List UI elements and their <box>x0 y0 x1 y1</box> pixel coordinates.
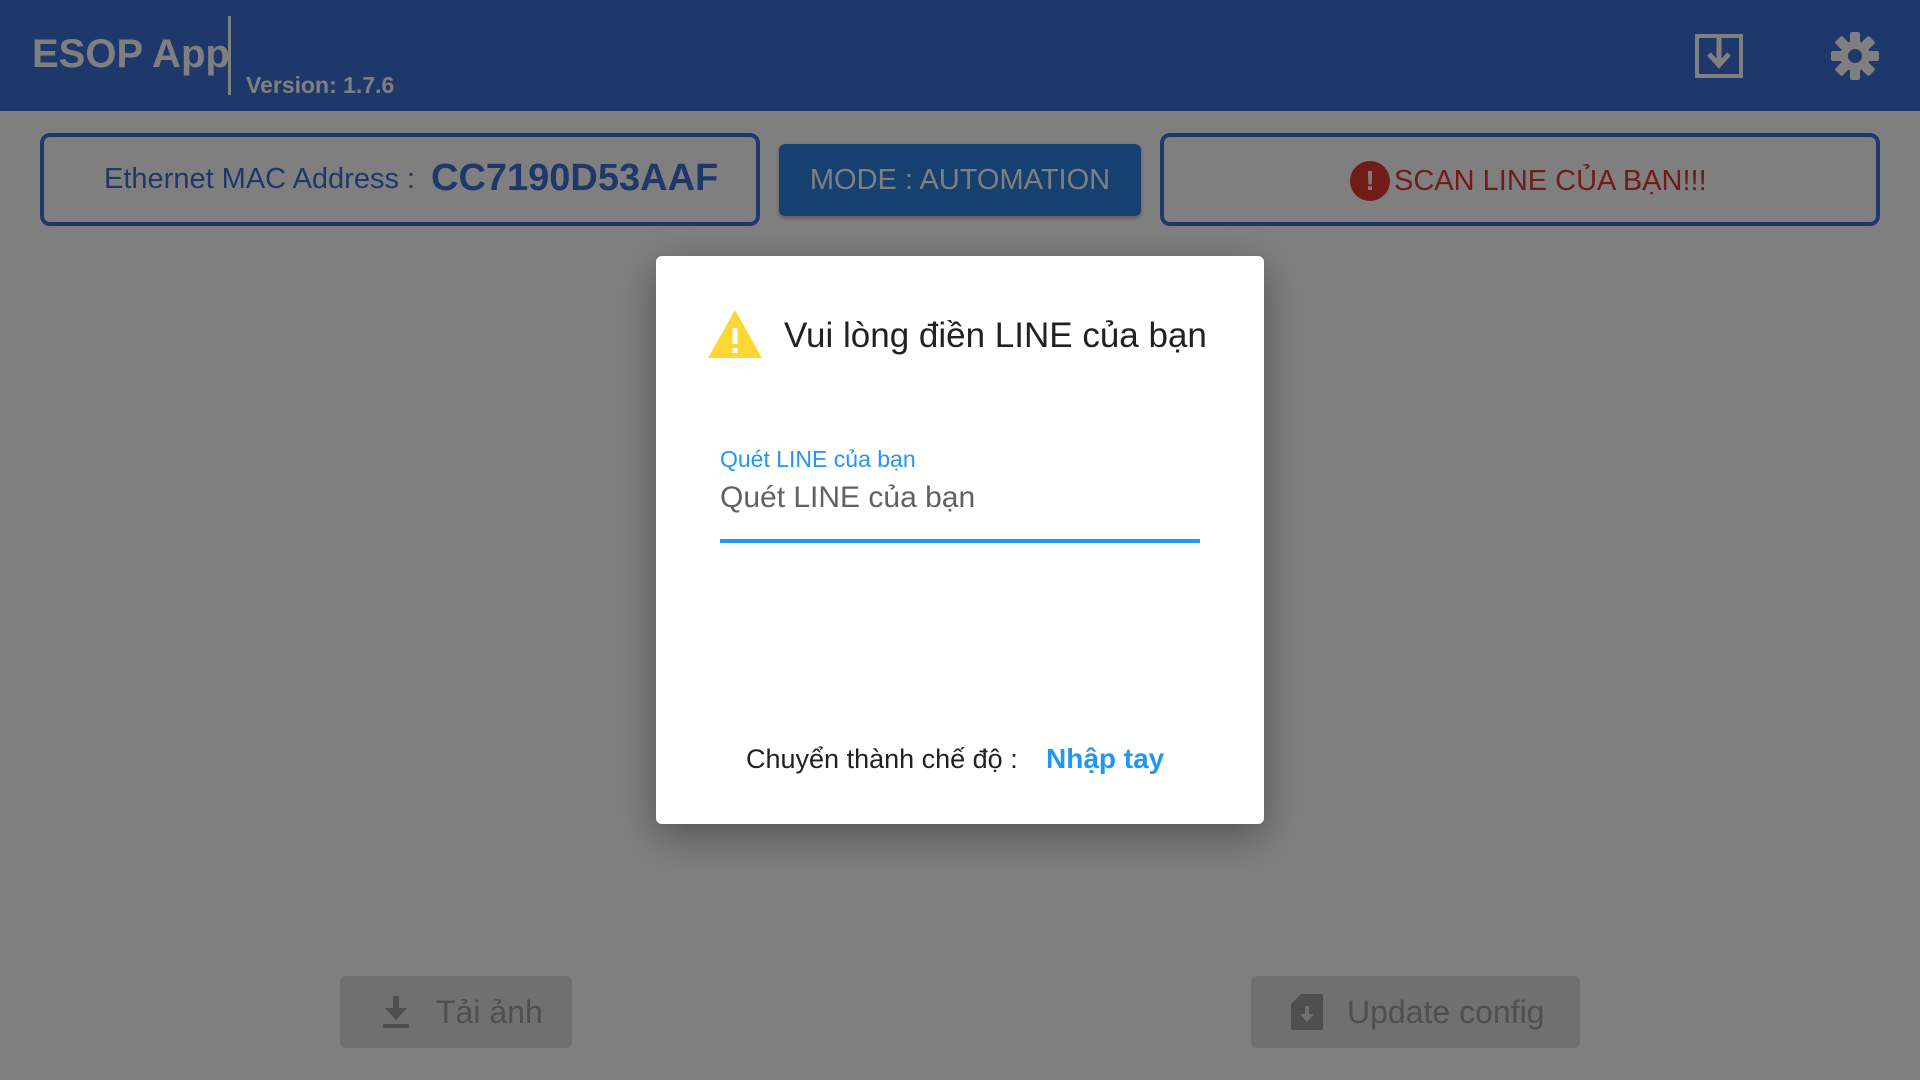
switch-mode-label: Chuyển thành chế độ : <box>746 744 1018 774</box>
dialog-title: Vui lòng điền LINE của bạn <box>784 316 1207 355</box>
line-input-underline <box>720 539 1200 543</box>
manual-input-link[interactable]: Nhập tay <box>1046 743 1164 775</box>
line-field-label: Quét LINE của bạn <box>720 446 916 472</box>
line-input[interactable] <box>720 478 1200 518</box>
line-input-dialog: Vui lòng điền LINE của bạn Quét LINE của… <box>656 256 1264 824</box>
warning-triangle-icon <box>708 310 762 358</box>
